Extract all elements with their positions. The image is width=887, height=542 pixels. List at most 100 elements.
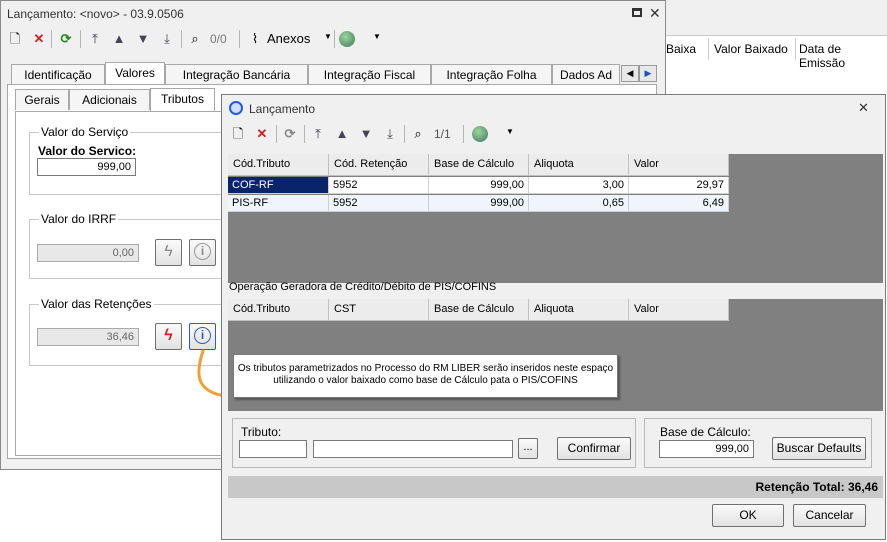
valor-servico-label: Valor do Servico: <box>38 144 137 158</box>
main-toolbar: 🗋 ✕ ⟳ ⤒ ▲ ▼ ⤓ ⌕ 0/0 ⌇ Anexos ▼ ▼ <box>1 27 665 51</box>
last-record-icon[interactable]: ⤓ <box>159 31 175 47</box>
grid-header[interactable]: Valor <box>629 154 729 176</box>
dialog-title: Lançamento <box>249 102 316 116</box>
table-cell[interactable]: 29,97 <box>629 177 729 194</box>
grid-header[interactable]: Aliquota <box>529 299 629 321</box>
tributo-code-input[interactable] <box>239 440 307 458</box>
globe-dropdown-icon[interactable]: ▼ <box>506 127 514 136</box>
last-record-icon[interactable]: ⤓ <box>382 126 398 142</box>
table-cell[interactable]: 6,49 <box>629 195 729 212</box>
bg-column-header: Data de Emissão <box>799 42 846 70</box>
tributo-browse-button[interactable]: ... <box>518 438 538 459</box>
table-cell[interactable]: 5952 <box>329 195 429 212</box>
valor-retencoes-input: 36,46 <box>37 328 139 346</box>
previous-record-icon[interactable]: ▲ <box>334 126 350 142</box>
anexos-button[interactable]: Anexos <box>267 31 310 46</box>
grid-header[interactable]: Cód.Tributo <box>228 299 329 321</box>
info-icon: i <box>194 327 211 344</box>
dialog-close-icon[interactable]: ✕ <box>858 100 869 116</box>
tab-integracao-bancaria[interactable]: Integração Bancária <box>165 64 308 85</box>
cancelar-button[interactable]: Cancelar <box>793 504 866 527</box>
tributos-grid: Cód.Tributo Cód. Retenção Base de Cálcul… <box>228 154 883 283</box>
window-title: Lançamento: <novo> - 03.9.0506 <box>7 7 184 21</box>
dialog-toolbar: 🗋 ✕ ⟳ ⤒ ▲ ▼ ⤓ ⌕ 1/1 ▼ <box>222 123 885 147</box>
background-window: Baixa Valor Baixado Data de Emissão <box>665 0 887 70</box>
lancamento-dialog: Lançamento ✕ 🗋 ✕ ⟳ ⤒ ▲ ▼ ⤓ ⌕ 1/1 ▼ Cód.T… <box>221 94 886 540</box>
tab-integracao-folha[interactable]: Integração Folha <box>431 64 552 85</box>
valor-retencoes-group-title: Valor das Retenções <box>39 297 154 311</box>
subtab-gerais[interactable]: Gerais <box>15 89 69 110</box>
tooltip-line: Os tributos parametrizados no Processo d… <box>237 363 614 374</box>
table-cell[interactable]: 0,65 <box>529 195 629 212</box>
table-cell[interactable]: 999,00 <box>429 195 529 212</box>
first-record-icon[interactable]: ⤒ <box>310 126 326 142</box>
table-cell[interactable]: 999,00 <box>429 177 529 194</box>
tab-dados-adicionais[interactable]: Dados Ad <box>552 64 620 85</box>
close-icon[interactable]: ✕ <box>649 5 661 22</box>
grid-header[interactable]: Base de Cálculo <box>429 154 529 176</box>
table-cell[interactable]: 5952 <box>329 177 429 194</box>
grid-header[interactable]: Valor <box>629 299 729 321</box>
subtab-tributos[interactable]: Tributos <box>150 88 215 111</box>
tributo-description-input[interactable] <box>313 440 513 458</box>
tab-integracao-fiscal[interactable]: Integração Fiscal <box>308 64 431 85</box>
info-tooltip: Os tributos parametrizados no Processo d… <box>233 354 618 398</box>
tributo-label: Tributo: <box>241 425 282 439</box>
grid-header[interactable]: CST <box>329 299 429 321</box>
new-document-icon[interactable]: 🗋 <box>7 31 23 47</box>
globe-icon[interactable] <box>339 31 355 47</box>
dialog-app-icon <box>229 101 243 115</box>
bg-column-header: Baixa <box>666 38 709 60</box>
base-calculo-input[interactable]: 999,00 <box>659 440 754 458</box>
base-calculo-label: Base de Cálculo: <box>660 425 751 439</box>
globe-icon[interactable] <box>472 126 488 142</box>
confirmar-button[interactable]: Confirmar <box>557 437 631 460</box>
tab-valores[interactable]: Valores <box>105 62 165 85</box>
table-cell[interactable]: 3,00 <box>529 177 629 194</box>
delete-icon[interactable]: ✕ <box>254 126 270 142</box>
main-window-titlebar: Lançamento: <novo> - 03.9.0506 <box>1 1 665 27</box>
retencoes-calculate-button[interactable]: ϟ <box>155 323 182 350</box>
ok-button[interactable]: OK <box>712 504 784 527</box>
record-counter: 0/0 <box>210 32 227 46</box>
anexos-dropdown-icon[interactable]: ▼ <box>324 32 332 41</box>
retencao-total-text: Retenção Total: 36,46 <box>755 480 878 494</box>
tooltip-line: utilizando o valor baixado como base de … <box>273 375 578 386</box>
tab-identificacao[interactable]: Identificação <box>11 64 105 85</box>
new-document-icon[interactable]: 🗋 <box>230 126 246 142</box>
restore-icon[interactable] <box>632 8 642 17</box>
grid-header[interactable]: Cód.Tributo <box>228 154 329 176</box>
table-cell[interactable]: COF-RF <box>228 177 329 194</box>
next-record-icon[interactable]: ▼ <box>135 31 151 47</box>
next-record-icon[interactable]: ▼ <box>358 126 374 142</box>
tab-scroll-left-icon[interactable]: ◀ <box>621 65 639 82</box>
tab-scroll-right-icon[interactable]: ▶ <box>639 65 657 82</box>
binoculars-icon[interactable]: ⌕ <box>187 31 203 47</box>
binoculars-icon[interactable]: ⌕ <box>410 126 426 142</box>
buscar-defaults-button[interactable]: Buscar Defaults <box>772 437 866 460</box>
refresh-icon[interactable]: ⟳ <box>282 126 298 142</box>
section-label: Operação Geradora de Crédito/Débito de P… <box>229 281 497 293</box>
previous-record-icon[interactable]: ▲ <box>111 31 127 47</box>
globe-dropdown-icon[interactable]: ▼ <box>373 32 381 41</box>
paperclip-icon[interactable]: ⌇ <box>247 31 263 47</box>
delete-icon[interactable]: ✕ <box>31 31 47 47</box>
background-window-header <box>666 0 887 36</box>
grid-header[interactable]: Base de Cálculo <box>429 299 529 321</box>
grid-header[interactable]: Aliquota <box>529 154 629 176</box>
valor-servico-group-title: Valor do Serviço <box>39 125 131 139</box>
bg-column-header: Valor Baixado <box>710 38 796 60</box>
subtab-adicionais[interactable]: Adicionais <box>69 89 150 110</box>
irrf-info-button[interactable]: i <box>189 239 216 266</box>
table-cell[interactable]: PIS-RF <box>228 195 329 212</box>
info-icon: i <box>194 243 211 260</box>
dialog-record-counter: 1/1 <box>434 127 451 141</box>
retencao-total-bar: Retenção Total: 36,46 <box>228 476 883 498</box>
grid-header[interactable]: Cód. Retenção <box>329 154 429 176</box>
valor-servico-input[interactable]: 999,00 <box>37 158 136 176</box>
first-record-icon[interactable]: ⤒ <box>87 31 103 47</box>
irrf-calculate-button[interactable]: ϟ <box>155 239 182 266</box>
valor-irrf-input: 0,00 <box>37 244 139 262</box>
refresh-icon[interactable]: ⟳ <box>58 31 74 47</box>
valor-irrf-group-title: Valor do IRRF <box>39 212 119 226</box>
